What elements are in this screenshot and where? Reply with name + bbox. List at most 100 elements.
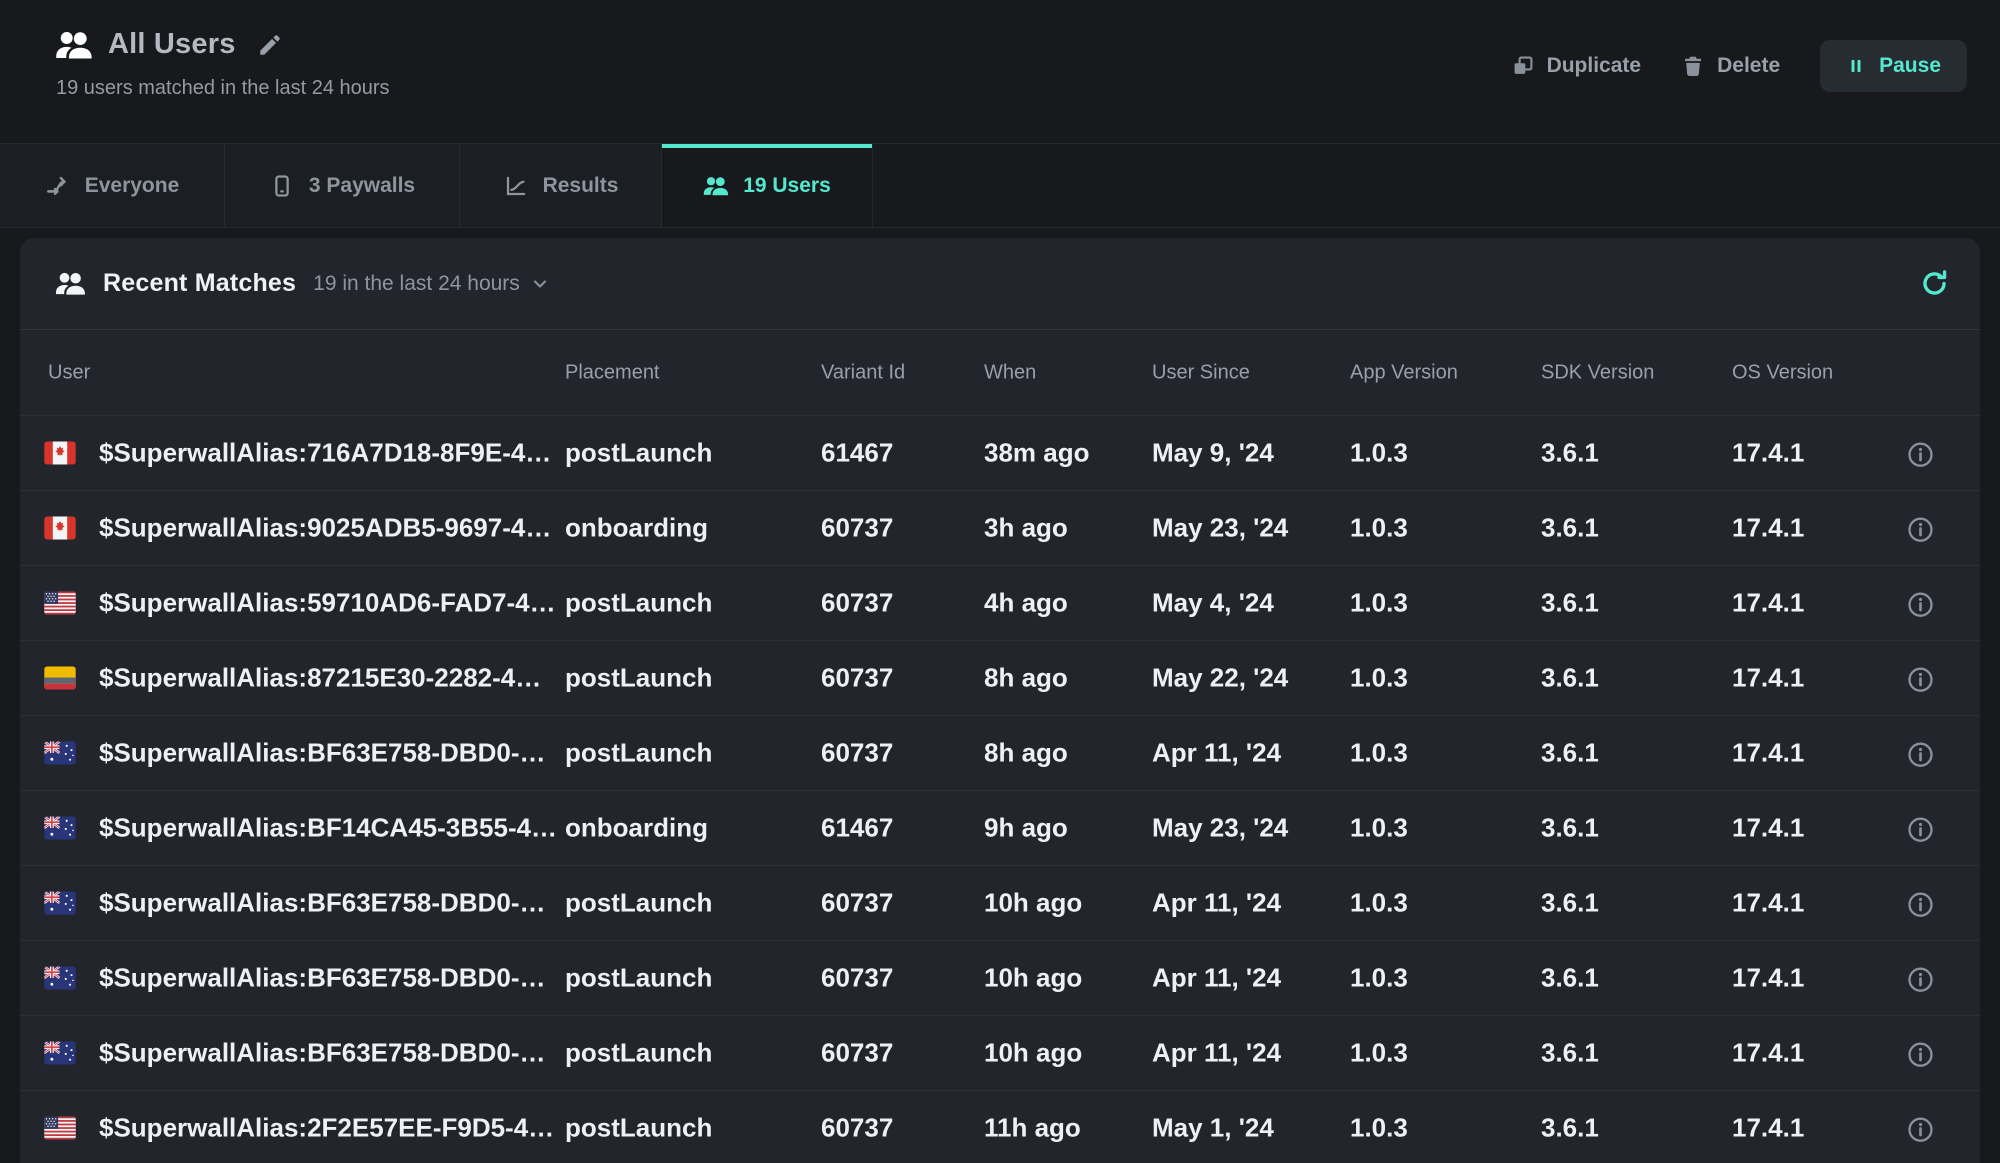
colombia-flag-icon	[44, 667, 76, 690]
variant-id-value: 60737	[821, 588, 893, 619]
table-row[interactable]: $SuperwallAlias:BF63E758-DBD0-… postLaun…	[20, 865, 1980, 940]
users-icon	[55, 270, 86, 297]
sdk-version-value: 3.6.1	[1541, 1113, 1599, 1144]
info-icon[interactable]	[1906, 662, 1935, 694]
when-value: 4h ago	[984, 588, 1068, 619]
column-header-sdk-version: SDK Version	[1541, 361, 1654, 384]
tab-users-label: 19 Users	[743, 174, 831, 198]
placement-value: postLaunch	[565, 663, 712, 694]
table-row[interactable]: $SuperwallAlias:BF14CA45-3B55-4… onboard…	[20, 790, 1980, 865]
info-icon[interactable]	[1906, 512, 1935, 544]
table-row[interactable]: $SuperwallAlias:9025ADB5-9697-4… onboard…	[20, 490, 1980, 565]
variant-id-value: 60737	[821, 738, 893, 769]
info-icon[interactable]	[1906, 962, 1935, 994]
table-header: User Placement Variant Id When User Sinc…	[20, 329, 1980, 415]
table-row[interactable]: $SuperwallAlias:2F2E57EE-F9D5-4… postLau…	[20, 1090, 1980, 1163]
placement-value: onboarding	[565, 513, 708, 544]
recent-matches-card: Recent Matches 19 in the last 24 hours U…	[20, 238, 1980, 1163]
user-alias: $SuperwallAlias:87215E30-2282-4…	[99, 663, 541, 694]
info-icon[interactable]	[1906, 437, 1935, 469]
card-header: Recent Matches 19 in the last 24 hours	[20, 238, 1980, 329]
os-version-value: 17.4.1	[1732, 888, 1804, 919]
column-header-app-version: App Version	[1350, 361, 1458, 384]
pause-button[interactable]: Pause	[1820, 40, 1967, 92]
os-version-value: 17.4.1	[1732, 438, 1804, 469]
app-version-value: 1.0.3	[1350, 963, 1408, 994]
sdk-version-value: 3.6.1	[1541, 963, 1599, 994]
user-since-value: May 4, '24	[1152, 588, 1274, 619]
app-version-value: 1.0.3	[1350, 513, 1408, 544]
placement-value: postLaunch	[565, 438, 712, 469]
when-value: 11h ago	[984, 1113, 1081, 1144]
user-since-value: May 23, '24	[1152, 513, 1288, 544]
canada-flag-icon	[44, 442, 76, 465]
user-alias: $SuperwallAlias:9025ADB5-9697-4…	[99, 513, 551, 544]
when-value: 10h ago	[984, 1038, 1082, 1069]
delete-button[interactable]: Delete	[1681, 54, 1780, 78]
duplicate-button[interactable]: Duplicate	[1511, 54, 1642, 78]
user-alias: $SuperwallAlias:BF63E758-DBD0-…	[99, 1038, 545, 1069]
table-row[interactable]: $SuperwallAlias:716A7D18-8F9E-4… postLau…	[20, 415, 1980, 490]
placement-value: postLaunch	[565, 1038, 712, 1069]
user-since-value: Apr 11, '24	[1152, 888, 1281, 919]
column-header-os-version: OS Version	[1732, 361, 1833, 384]
australia-flag-icon	[44, 1042, 76, 1065]
when-value: 3h ago	[984, 513, 1068, 544]
user-since-value: May 22, '24	[1152, 663, 1288, 694]
sdk-version-value: 3.6.1	[1541, 588, 1599, 619]
app-version-value: 1.0.3	[1350, 438, 1408, 469]
australia-flag-icon	[44, 742, 76, 765]
page-title: All Users	[108, 28, 236, 61]
sdk-version-value: 3.6.1	[1541, 813, 1599, 844]
table-row[interactable]: $SuperwallAlias:BF63E758-DBD0-… postLaun…	[20, 940, 1980, 1015]
tab-results[interactable]: Results	[460, 144, 662, 227]
pause-icon	[1846, 56, 1866, 76]
table-row[interactable]: $SuperwallAlias:59710AD6-FAD7-4… postLau…	[20, 565, 1980, 640]
edit-title-button[interactable]	[257, 32, 283, 58]
column-header-placement: Placement	[565, 361, 660, 384]
duplicate-label: Duplicate	[1547, 54, 1642, 78]
os-version-value: 17.4.1	[1732, 588, 1804, 619]
trash-icon	[1681, 54, 1705, 78]
pencil-icon	[257, 32, 283, 58]
when-value: 8h ago	[984, 738, 1068, 769]
tab-everyone[interactable]: Everyone	[0, 144, 225, 227]
placement-value: postLaunch	[565, 963, 712, 994]
user-alias: $SuperwallAlias:59710AD6-FAD7-4…	[99, 588, 556, 619]
tab-paywalls[interactable]: 3 Paywalls	[225, 144, 460, 227]
sdk-version-value: 3.6.1	[1541, 738, 1599, 769]
table-row[interactable]: $SuperwallAlias:BF63E758-DBD0-… postLaun…	[20, 715, 1980, 790]
sdk-version-value: 3.6.1	[1541, 513, 1599, 544]
delete-label: Delete	[1717, 54, 1780, 78]
user-alias: $SuperwallAlias:716A7D18-8F9E-4…	[99, 438, 551, 469]
user-since-value: May 9, '24	[1152, 438, 1274, 469]
chevron-down-icon	[530, 274, 550, 294]
tab-users[interactable]: 19 Users	[662, 144, 873, 227]
info-icon[interactable]	[1906, 587, 1935, 619]
os-version-value: 17.4.1	[1732, 1038, 1804, 1069]
info-icon[interactable]	[1906, 812, 1935, 844]
page-header: All Users 19 users matched in the last 2…	[0, 0, 2000, 143]
split-arrow-icon	[45, 173, 71, 199]
table-row[interactable]: $SuperwallAlias:87215E30-2282-4… postLau…	[20, 640, 1980, 715]
info-icon[interactable]	[1906, 1112, 1935, 1144]
refresh-icon	[1919, 268, 1950, 299]
info-icon[interactable]	[1906, 737, 1935, 769]
pause-label: Pause	[1879, 54, 1941, 78]
sdk-version-value: 3.6.1	[1541, 438, 1599, 469]
info-icon[interactable]	[1906, 1037, 1935, 1069]
table-row[interactable]: $SuperwallAlias:BF63E758-DBD0-… postLaun…	[20, 1015, 1980, 1090]
australia-flag-icon	[44, 817, 76, 840]
phone-icon	[269, 173, 295, 199]
usa-flag-icon	[44, 1117, 76, 1140]
refresh-button[interactable]	[1919, 268, 1950, 299]
variant-id-value: 61467	[821, 438, 893, 469]
app-version-value: 1.0.3	[1350, 738, 1408, 769]
tab-results-label: Results	[543, 174, 619, 198]
app-version-value: 1.0.3	[1350, 663, 1408, 694]
usa-flag-icon	[44, 592, 76, 615]
matches-range-dropdown[interactable]: 19 in the last 24 hours	[313, 272, 550, 296]
canada-flag-icon	[44, 517, 76, 540]
sdk-version-value: 3.6.1	[1541, 1038, 1599, 1069]
info-icon[interactable]	[1906, 887, 1935, 919]
